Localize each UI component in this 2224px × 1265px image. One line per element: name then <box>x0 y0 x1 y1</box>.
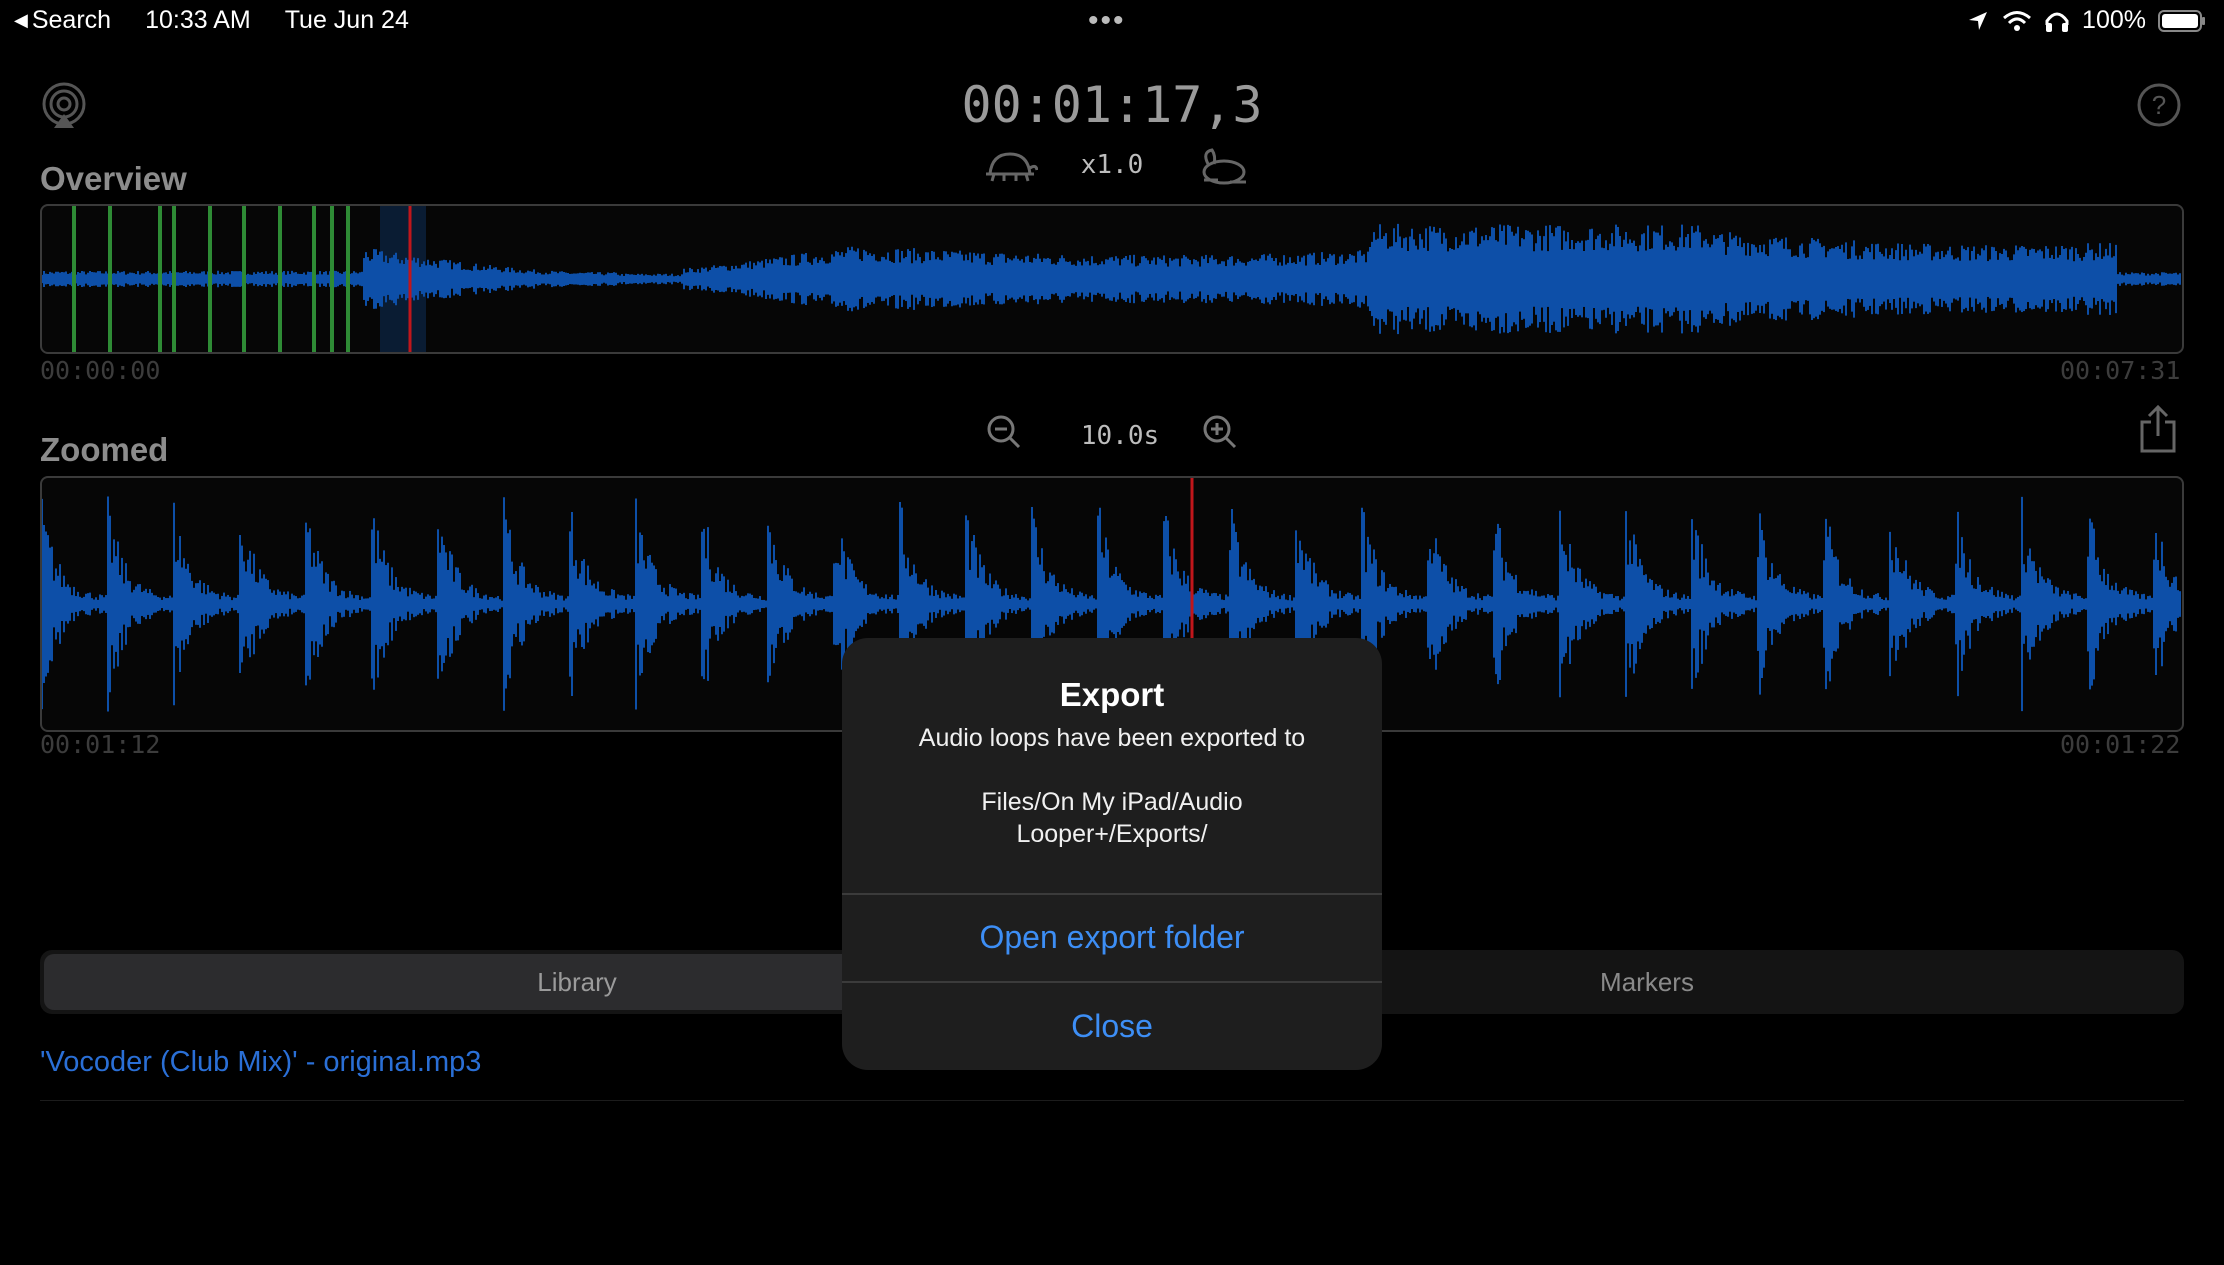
dialog-title: Export <box>1059 676 1165 713</box>
export-alert-dialog: Export Audio loops have been exported to… <box>842 638 1382 1070</box>
battery-icon <box>2158 9 2205 32</box>
zoom-out-icon[interactable] <box>986 414 1022 450</box>
zoomed-label: Zoomed <box>40 431 169 468</box>
battery-percent: 100% <box>2082 6 2146 34</box>
status-time: 10:33 AM <box>145 6 251 34</box>
turtle-icon[interactable] <box>982 150 1038 184</box>
back-arrow-icon: ◀ <box>14 10 28 30</box>
zoomed-start-time: 00:01:12 <box>40 730 161 759</box>
overview-waveform[interactable] <box>40 204 2184 354</box>
close-button[interactable]: Close <box>842 983 1382 1069</box>
overview-start-time: 00:00:00 <box>40 356 161 385</box>
speed-display: x1.0 <box>1080 150 1144 180</box>
zoomed-end-time: 00:01:22 <box>2060 730 2181 759</box>
back-label: Search <box>31 6 112 34</box>
status-bar-right: 100% <box>1966 6 2206 35</box>
back-to-search-link[interactable]: ◀ Search <box>14 6 111 35</box>
list-divider <box>40 1100 2184 1101</box>
dialog-message: Audio loops have been exported to Files/… <box>918 724 1306 848</box>
location-icon <box>1969 11 1988 30</box>
status-bar-left: ◀ Search 10:33 AM Tue Jun 24 <box>14 6 409 35</box>
status-date: Tue Jun 24 <box>284 6 409 34</box>
overview-label: Overview <box>40 160 187 197</box>
headphones-icon <box>2045 12 2069 32</box>
zoom-level-display: 10.0s <box>1080 421 1160 451</box>
overview-waveform-graphic <box>42 206 2181 352</box>
library-file-item[interactable]: 'Vocoder (Club Mix)' - original.mp3 <box>40 1046 481 1079</box>
wifi-icon <box>2003 10 2032 31</box>
multitasking-dots-icon[interactable]: ••• <box>1088 4 1126 38</box>
overview-end-time: 00:07:31 <box>2060 356 2181 385</box>
rabbit-icon[interactable] <box>1198 148 1252 186</box>
share-icon[interactable] <box>2138 404 2178 454</box>
open-export-folder-button[interactable]: Open export folder <box>842 894 1382 980</box>
current-time-display: 00:01:17,3 <box>961 76 1263 134</box>
zoom-in-icon[interactable] <box>1202 414 1238 450</box>
